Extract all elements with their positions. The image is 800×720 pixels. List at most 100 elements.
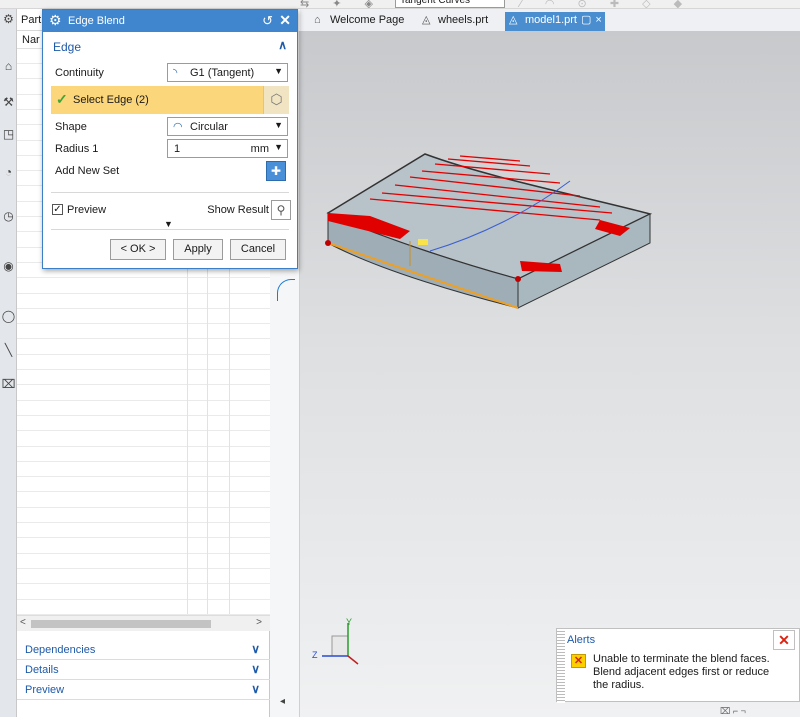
constraint-icon[interactable]: ⌂ [1,59,16,74]
dialog-title-bar[interactable]: ⚙ Edge Blend ↺ ✕ [43,10,297,32]
close-alert-button[interactable]: ✕ [773,630,795,650]
pen-icon[interactable]: ╲ [1,343,16,358]
navigator-row[interactable] [17,508,270,523]
continuity-label: Continuity [55,67,104,79]
pin-icon[interactable]: ▢ [581,14,591,26]
gear-icon[interactable]: ⚙ [49,12,62,29]
navigator-row[interactable] [17,600,270,615]
add-new-set-button[interactable]: ✚ [266,161,286,181]
navigator-row[interactable] [17,370,270,386]
collapse-handle[interactable]: ◂ [280,696,285,707]
section-label: Details [25,664,59,676]
continuity-dropdown[interactable]: ◝ G1 (Tangent) ▼ [167,63,288,82]
cube-icon[interactable]: ⬡ [263,86,289,114]
tab-welcome-page[interactable]: ⌂ Welcome Page [310,12,410,31]
assembly-icon[interactable]: ⚒ [1,95,16,110]
horizontal-scrollbar[interactable]: < > [17,615,270,631]
drag-grip[interactable] [557,629,565,703]
navigator-title: Part [21,14,42,26]
reset-icon[interactable]: ↺ [262,13,273,29]
radius-unit[interactable]: mm [251,143,269,155]
show-result-button[interactable]: ⚲ [271,200,291,220]
chevron-up-icon[interactable]: ∧ [278,38,287,52]
section-dependencies[interactable]: Dependencies ∨ [17,640,270,660]
navigator-row[interactable] [17,569,270,585]
dropdown-arrow-icon[interactable]: ▼ [274,142,283,152]
edge-group-header[interactable]: Edge ∧ [43,36,297,56]
navigator-row[interactable] [17,309,270,325]
part-icon: ◬ [509,14,518,26]
divider [51,192,289,193]
navigator-row[interactable] [17,340,270,355]
tab-label: model1.prt [525,14,577,26]
shape-dropdown[interactable]: ◠ Circular ▼ [167,117,288,136]
ok-button[interactable]: < OK > [110,239,166,260]
dialog-title: Edge Blend [68,15,125,27]
web-icon[interactable]: ◯ [1,309,16,324]
navigator-row[interactable] [17,523,270,539]
radius-input[interactable]: 1 mm ▼ [167,139,288,158]
part-icon: ◬ [422,14,431,26]
home-icon: ⌂ [314,14,321,26]
vertex [325,240,331,246]
close-icon[interactable]: × [595,14,601,26]
radius-value: 1 [174,143,181,155]
dropdown-arrow-icon: ▼ [274,120,283,130]
navigator-row[interactable] [17,294,270,309]
camera-icon[interactable]: ⌧ [1,377,16,392]
navigator-row[interactable] [17,386,270,401]
navigator-row[interactable] [17,447,270,462]
chevron-down-icon: ∨ [251,682,260,696]
navigator-row[interactable] [17,585,270,600]
settings-icon[interactable]: ⚙ [1,12,16,27]
navigator-row[interactable] [17,539,270,554]
scroll-thumb[interactable] [31,620,211,628]
group-title: Edge [53,40,82,54]
scroll-left-icon[interactable]: < [20,617,26,628]
preview-label: Preview [67,204,107,216]
history-icon[interactable]: ◔ [1,165,16,180]
navigator-sections: Dependencies ∨ Details ∨ Preview ∨ [17,640,270,700]
section-details[interactable]: Details ∨ [17,660,270,680]
cancel-button[interactable]: Cancel [230,239,286,260]
navigator-row[interactable] [17,477,270,493]
add-new-set-label: Add New Set [55,165,120,177]
close-icon[interactable]: ✕ [279,12,291,29]
vertex [515,276,521,282]
tab-wheels[interactable]: ◬ wheels.prt [418,12,503,31]
navigator-row[interactable] [17,401,270,416]
navigator-row[interactable] [17,493,270,508]
document-tabs: ⌂ Welcome Page ◬ wheels.prt ◬ model1.prt ▢ × [300,9,800,31]
clock-icon[interactable]: ◷ [1,209,16,224]
role-icon[interactable]: ◉ [1,259,16,274]
navigator-row[interactable] [17,554,270,569]
circular-icon: ◠ [173,121,183,133]
section-label: Preview [25,684,65,696]
resource-bar: ⚙ ⌂ ⚒ ◳ ◔ ◷ ◉ ◯ ╲ ⌧ [0,9,17,717]
show-result-label: Show Result [207,204,269,216]
tab-label: wheels.prt [438,14,489,26]
more-options-icon[interactable]: ▼ [164,219,173,229]
scroll-right-icon[interactable]: > [256,617,262,628]
tab-model1[interactable]: ◬ model1.prt ▢ × [505,12,605,31]
part-icon[interactable]: ◳ [1,127,16,142]
section-preview[interactable]: Preview ∨ [17,680,270,700]
preview-checkbox[interactable]: ✓ [52,204,63,215]
navigator-row[interactable] [17,462,270,478]
toolbar-icons-disabled: ∕ ◠ ⊙ ✚ ◇ ◆ [520,0,693,9]
graphics-window[interactable]: Z Y [300,31,800,717]
navigator-row[interactable] [17,432,270,447]
radius-field: Radius 1 1 mm ▼ [43,138,297,160]
apply-button[interactable]: Apply [173,239,223,260]
select-edge-row[interactable]: ✓ Select Edge (2) ⬡ [51,86,289,114]
navigator-row[interactable] [17,355,270,370]
section-label: Dependencies [25,644,96,656]
curve-icon [277,279,295,301]
navigator-row[interactable] [17,324,270,340]
navigator-row[interactable] [17,416,270,432]
selection-filter-dropdown[interactable]: Tangent Curves [395,0,505,8]
drag-handle [418,239,428,245]
column-name: Nar [22,34,40,46]
navigator-row[interactable] [17,279,270,294]
model-view[interactable] [300,31,800,717]
